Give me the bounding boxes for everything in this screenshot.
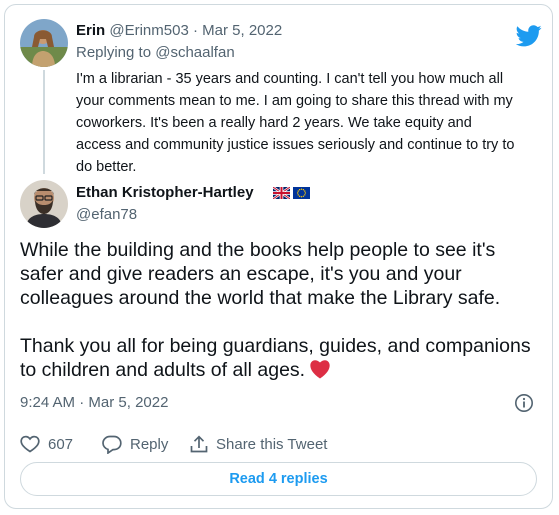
date-separator: ·	[192, 22, 198, 39]
main-tweet-paragraph-2: Thank you all for being guardians, guide…	[20, 334, 535, 385]
tweet-date: Mar 5, 2022	[88, 394, 169, 411]
erin-avatar[interactable]	[20, 19, 68, 67]
main-tweet-paragraph-1: While the building and the books help pe…	[20, 239, 501, 309]
tweet-time: 9:24 AM	[20, 394, 76, 411]
info-icon[interactable]	[514, 393, 534, 413]
author-flags	[273, 187, 310, 199]
eu-flag-icon	[293, 187, 310, 199]
reply-date[interactable]: Mar 5, 2022	[202, 22, 282, 39]
main-tweet-text: While the building and the books help pe…	[20, 238, 535, 409]
reply-label: Reply	[130, 435, 169, 453]
share-upload-icon	[190, 434, 208, 452]
main-author-name[interactable]: Ethan Kristopher-Hartley	[76, 184, 254, 201]
uk-flag-icon	[273, 187, 290, 199]
reply-tweet-header: Erin @Erinm503 · Mar 5, 2022	[76, 22, 282, 39]
thread-connector-line	[43, 70, 45, 174]
reply-author-handle[interactable]: @Erinm503	[109, 22, 188, 39]
like-button[interactable]: 607	[20, 435, 102, 453]
share-label: Share this Tweet	[216, 435, 328, 453]
tweet-actions: 607 Reply Share this Tweet	[20, 432, 327, 456]
ethan-avatar[interactable]	[20, 180, 68, 228]
share-button[interactable]: Share this Tweet	[190, 434, 328, 454]
heart-outline-icon	[20, 435, 40, 453]
reply-author-name[interactable]: Erin	[76, 22, 105, 39]
replying-to-handle[interactable]: @schaalfan	[155, 44, 234, 61]
reply-bubble-icon	[102, 435, 122, 454]
replying-to-line: Replying to @schaalfan	[76, 44, 235, 61]
time-separator: ·	[79, 394, 85, 411]
main-tweet-paragraph-2-text: Thank you all for being guardians, guide…	[20, 335, 531, 381]
read-replies-button[interactable]: Read 4 replies	[20, 462, 537, 496]
replying-to-label: Replying to	[76, 44, 152, 61]
red-heart-emoji	[309, 359, 331, 385]
like-count: 607	[48, 435, 74, 453]
reply-button[interactable]: Reply	[102, 435, 190, 454]
twitter-bird-icon[interactable]	[516, 25, 542, 47]
tweet-timestamp[interactable]: 9:24 AM · Mar 5, 2022	[20, 394, 168, 411]
main-author-handle[interactable]: @efan78	[76, 206, 137, 223]
reply-tweet-body: I'm a librarian - 35 years and counting.…	[76, 71, 515, 175]
